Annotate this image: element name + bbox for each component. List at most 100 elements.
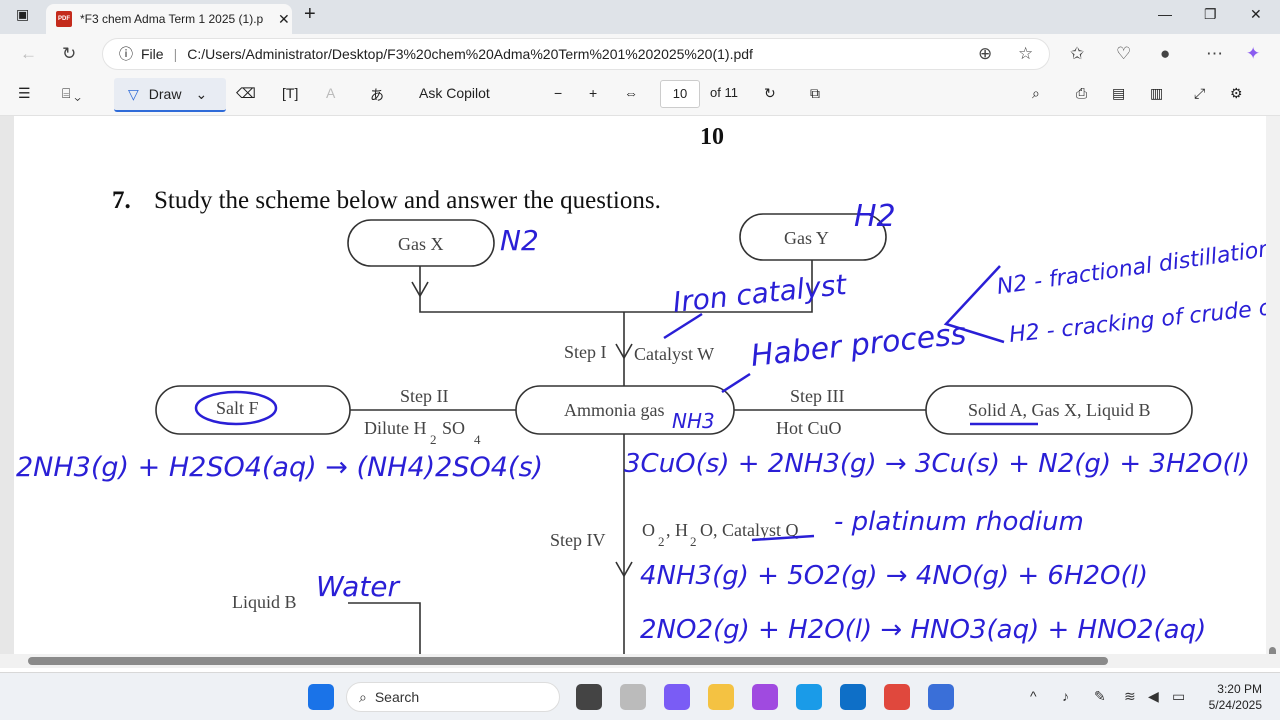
close-window-icon[interactable]: ✕ (1250, 6, 1262, 23)
tab-bar: ▣ PDF *F3 chem Adma Term 1 2025 (1).p ✕ … (0, 0, 1280, 34)
question-number: 7. (112, 187, 131, 214)
close-tab-icon[interactable]: ✕ (278, 11, 290, 28)
file-explorer-icon[interactable] (708, 684, 734, 710)
step4-label: Step IV (550, 530, 606, 550)
pdf-icon: PDF (56, 11, 72, 27)
search-icon[interactable]: ⌕ (1032, 85, 1040, 102)
rotate-icon[interactable]: ↻ (764, 85, 776, 102)
step3-label: Step III (790, 386, 844, 406)
copilot-icon[interactable]: ✦ (1246, 44, 1260, 64)
pdf-page: 10 7. Study the scheme below and answer … (14, 116, 1266, 654)
reagents-label: O (642, 520, 655, 540)
horizontal-scrollbar[interactable] (0, 654, 1280, 668)
step2-label: Step II (400, 386, 449, 406)
microphone-icon[interactable]: ♪ (1062, 688, 1069, 704)
svg-text:2: 2 (690, 534, 697, 549)
vertical-scrollbar[interactable] (1266, 116, 1280, 665)
fullscreen-icon[interactable]: ⤢ (1194, 85, 1205, 102)
taskbar: ⌕ Search ^ ♪ ✎ ≋ ◀ ▭ 3:20 PM 5/24/2025 (0, 672, 1280, 720)
wifi-icon[interactable]: ≋ (1124, 688, 1136, 705)
zoom-out-icon[interactable]: − (554, 85, 562, 101)
horizontal-scroll-thumb[interactable] (28, 657, 1108, 665)
text-box-icon[interactable]: [T] (282, 85, 298, 101)
tab-title: *F3 chem Adma Term 1 2025 (1).p (80, 12, 264, 26)
tab-actions-icon[interactable]: ▣ (16, 6, 29, 23)
zoom-in-icon[interactable]: + (589, 85, 597, 101)
chevron-down-icon[interactable]: ⌄ (195, 86, 207, 103)
back-icon[interactable]: ← (20, 44, 37, 64)
tray-expand-icon[interactable]: ^ (1030, 688, 1037, 704)
settings-gear-icon[interactable]: ⚙ (1230, 85, 1243, 102)
hw-n2-source: N2 - fractional distillation (995, 237, 1266, 300)
browser-tab[interactable]: PDF *F3 chem Adma Term 1 2025 (1).p ✕ (46, 4, 292, 34)
refresh-icon[interactable]: ↻ (62, 44, 76, 64)
clock-date: 5/24/2025 (1208, 698, 1262, 712)
save-as-icon[interactable]: ▥ (1150, 85, 1163, 102)
restore-icon[interactable]: ❐ (1204, 6, 1217, 23)
volume-icon[interactable]: ◀ (1148, 688, 1159, 705)
dilute-label: Dilute H (364, 418, 427, 438)
salt-f-label: Salt F (216, 398, 259, 418)
more-icon[interactable]: ⋯ (1206, 44, 1223, 64)
url-text: C:/Users/Administrator/Desktop/F3%20chem… (187, 46, 753, 62)
start-icon[interactable] (308, 684, 334, 710)
contents-icon[interactable]: ☰ (18, 85, 31, 102)
draw-label: Draw (148, 86, 182, 102)
read-aloud-icon[interactable]: A (326, 85, 335, 101)
hw-h2: H2 (854, 199, 896, 234)
address-label: File (141, 46, 164, 62)
eraser-icon[interactable]: ⌫ (236, 85, 256, 102)
gas-x-label: Gas X (398, 234, 444, 254)
hw-eq3: 4NH3(g) + 5O2(g) → 4NO(g) + 6H2O(l) (640, 561, 1148, 591)
page-view-icon[interactable]: ⧉ (810, 85, 820, 102)
svg-text:2: 2 (658, 534, 665, 549)
save-icon[interactable]: ▤ (1112, 85, 1125, 102)
scheme-diagram: 10 7. Study the scheme below and answer … (16, 124, 1266, 654)
taskbar-search[interactable]: ⌕ Search (346, 682, 560, 712)
copilot-app-icon[interactable] (664, 684, 690, 710)
pen-tray-icon[interactable]: ✎ (1094, 688, 1106, 705)
browser-essentials-icon[interactable]: ♡ (1116, 44, 1131, 64)
svg-text:4: 4 (474, 432, 481, 447)
draw-button[interactable]: ▽ Draw ⌄ (114, 78, 226, 112)
svg-text:2: 2 (430, 432, 437, 447)
highlight-icon[interactable]: ⌸ ⌄ (62, 85, 81, 102)
page-total: of 11 (710, 85, 738, 100)
pdf-viewport[interactable]: 10 7. Study the scheme below and answer … (0, 116, 1280, 654)
minimize-icon[interactable]: — (1158, 6, 1172, 22)
page-number: 10 (700, 124, 724, 150)
favorite-star-icon[interactable]: ☆ (1018, 44, 1033, 64)
search-placeholder: Search (374, 689, 420, 705)
m365-icon[interactable] (752, 684, 778, 710)
zoom-icon[interactable]: ⊕ (978, 44, 992, 64)
clock-time: 3:20 PM (1217, 682, 1262, 696)
translate-icon[interactable]: あ (370, 85, 384, 105)
page-number-input[interactable]: 10 (660, 80, 700, 108)
svg-text:SO: SO (442, 418, 465, 438)
address-field[interactable]: ⓘ File | C:/Users/Administrator/Desktop/… (102, 38, 1050, 70)
app-icon[interactable] (928, 684, 954, 710)
ask-copilot-button[interactable]: Ask Copilot (419, 85, 490, 101)
clock[interactable]: 3:20 PM 5/24/2025 (1209, 681, 1262, 713)
chrome-icon[interactable] (884, 684, 910, 710)
print-icon[interactable]: ⎙ (1076, 85, 1087, 102)
hw-haber: Haber process (749, 317, 968, 374)
hw-n2: N2 (500, 224, 539, 257)
favorites-icon[interactable]: ✩ (1070, 44, 1084, 64)
hw-platinum: - platinum rhodium (834, 507, 1084, 537)
ammonia-label: Ammonia gas (564, 400, 665, 420)
store-icon[interactable] (840, 684, 866, 710)
new-tab-icon[interactable]: + (304, 3, 316, 26)
pen-icon: ▽ (128, 85, 139, 102)
edge-icon[interactable] (796, 684, 822, 710)
info-icon[interactable]: ⓘ (119, 44, 133, 64)
svg-text:, H: , H (666, 520, 688, 540)
task-view-icon[interactable] (576, 684, 602, 710)
widget-icon[interactable] (620, 684, 646, 710)
gas-y-label: Gas Y (784, 228, 829, 248)
profile-avatar[interactable]: ● (1160, 44, 1170, 64)
hw-eq2: 3CuO(s) + 2NH3(g) → 3Cu(s) + N2(g) + 3H2… (624, 449, 1250, 479)
battery-icon[interactable]: ▭ (1172, 688, 1185, 705)
fit-page-icon[interactable]: ⇔ (624, 85, 638, 101)
pdf-toolbar: ☰ ⌸ ⌄ ▽ Draw ⌄ ⌫ [T] A あ Ask Copilot − +… (0, 74, 1280, 116)
